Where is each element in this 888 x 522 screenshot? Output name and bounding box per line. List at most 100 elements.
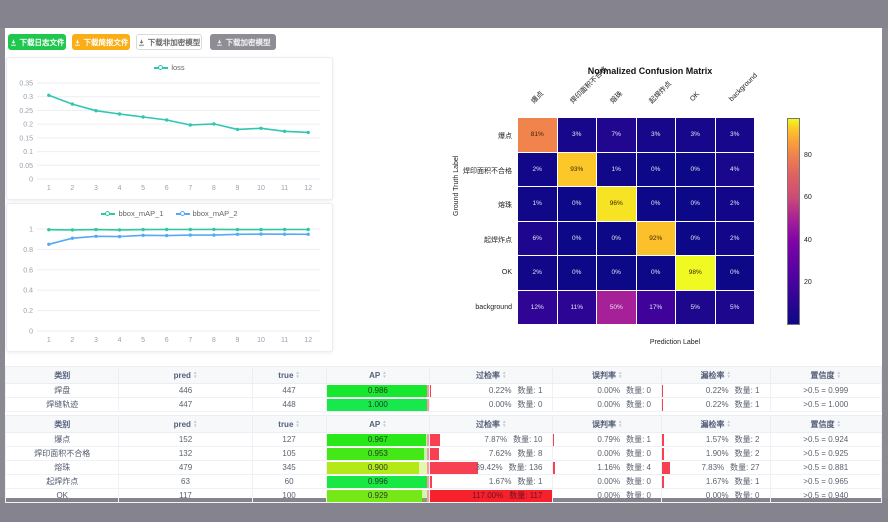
column-header[interactable]: pred▲▼ bbox=[119, 367, 252, 384]
column-header[interactable]: 置信度▲▼ bbox=[770, 367, 881, 384]
sort-icon[interactable]: ▲▼ bbox=[618, 420, 622, 428]
svg-text:11: 11 bbox=[281, 185, 288, 192]
misjudge-bar: 0.00%数量: 0 bbox=[553, 447, 661, 460]
cell-confidence: >0.5 = 0.924 bbox=[770, 433, 881, 447]
svg-text:7: 7 bbox=[188, 337, 192, 344]
table-row: 起焊炸点63600.9961.67%数量: 10.00%数量: 01.67%数量… bbox=[6, 475, 882, 489]
miss-bar: 1.57%数量: 2 bbox=[662, 433, 770, 446]
matrix-cell: 3% bbox=[637, 118, 676, 152]
matrix-column-label: OK bbox=[689, 91, 701, 103]
sort-icon[interactable]: ▲▼ bbox=[502, 371, 506, 379]
matrix-column-label: 起焊炸点 bbox=[647, 79, 674, 106]
cell-confidence: >0.5 = 0.925 bbox=[770, 447, 881, 461]
table-row: 焊盘4464470.9860.22%数量: 10.00%数量: 00.22%数量… bbox=[6, 384, 882, 398]
svg-text:3: 3 bbox=[94, 337, 98, 344]
svg-text:8: 8 bbox=[212, 185, 216, 192]
cell-class: OK bbox=[6, 489, 119, 503]
svg-text:8: 8 bbox=[212, 337, 216, 344]
cell-pred: 152 bbox=[119, 433, 252, 447]
sort-icon[interactable]: ▲▼ bbox=[837, 371, 841, 379]
sort-icon[interactable]: ▲▼ bbox=[727, 371, 731, 379]
column-header[interactable]: 漏检率▲▼ bbox=[661, 416, 770, 433]
cell-true: 447 bbox=[252, 384, 326, 398]
svg-text:0.6: 0.6 bbox=[23, 267, 33, 274]
matrix-row-label: 熔珠 bbox=[432, 200, 512, 210]
matrix-cell: 0% bbox=[558, 256, 597, 290]
summary-table-welds: 类别pred▲▼true▲▼AP▲▼过检率▲▼误判率▲▼漏检率▲▼置信度▲▼焊盘… bbox=[5, 366, 882, 412]
column-header[interactable]: 误判率▲▼ bbox=[553, 367, 662, 384]
misjudge-bar: 1.16%数量: 4 bbox=[553, 461, 661, 474]
column-header[interactable]: 置信度▲▼ bbox=[770, 416, 881, 433]
sort-icon[interactable]: ▲▼ bbox=[193, 371, 197, 379]
matrix-cell: 93% bbox=[558, 153, 597, 187]
svg-text:6: 6 bbox=[165, 185, 169, 192]
svg-text:1: 1 bbox=[47, 185, 51, 192]
download-icon bbox=[216, 39, 223, 46]
column-header[interactable]: 漏检率▲▼ bbox=[661, 367, 770, 384]
cell-pred: 447 bbox=[119, 398, 252, 412]
colorbar bbox=[787, 118, 800, 325]
loss-chart-card: loss 00.050.10.150.20.250.30.35123456789… bbox=[6, 57, 333, 200]
svg-text:4: 4 bbox=[118, 185, 122, 192]
column-header[interactable]: 误判率▲▼ bbox=[553, 416, 662, 433]
sort-icon[interactable]: ▲▼ bbox=[295, 420, 299, 428]
download-log-button[interactable]: 下载日志文件 bbox=[8, 34, 66, 50]
legend-item-bbox_mAP_2[interactable]: bbox_mAP_2 bbox=[176, 209, 238, 218]
table-row: 爆点1521270.9677.87%数量: 100.79%数量: 11.57%数… bbox=[6, 433, 882, 447]
matrix-cell: 0% bbox=[716, 256, 755, 290]
matrix-cell: 17% bbox=[637, 291, 676, 325]
overkill-bar: 117.00%数量: 117 bbox=[430, 489, 552, 502]
column-header[interactable]: true▲▼ bbox=[252, 416, 326, 433]
sort-icon[interactable]: ▲▼ bbox=[727, 420, 731, 428]
map-chart-card: bbox_mAP_1bbox_mAP_2 00.20.40.60.8112345… bbox=[6, 203, 333, 352]
overkill-bar: 1.67%数量: 1 bbox=[430, 475, 552, 488]
sort-icon[interactable]: ▲▼ bbox=[618, 371, 622, 379]
column-header[interactable]: AP▲▼ bbox=[326, 416, 430, 433]
download-plain-model-button[interactable]: 下载非加密模型 bbox=[136, 34, 202, 50]
cell-true: 127 bbox=[252, 433, 326, 447]
legend-label: bbox_mAP_2 bbox=[193, 209, 238, 218]
matrix-cell: 0% bbox=[558, 187, 597, 221]
matrix-cell: 5% bbox=[676, 291, 715, 325]
matrix-cell: 5% bbox=[716, 291, 755, 325]
overkill-bar: 0.22%数量: 1 bbox=[430, 384, 552, 397]
cell-class: 焊印面积不合格 bbox=[6, 447, 119, 461]
overkill-bar: 39.42%数量: 136 bbox=[430, 461, 552, 474]
column-header[interactable]: AP▲▼ bbox=[326, 367, 430, 384]
column-header[interactable]: true▲▼ bbox=[252, 367, 326, 384]
miss-bar: 0.22%数量: 1 bbox=[662, 398, 770, 411]
miss-bar: 1.67%数量: 1 bbox=[662, 475, 770, 488]
cell-confidence: >0.5 = 0.881 bbox=[770, 461, 881, 475]
cell-confidence: >0.5 = 0.940 bbox=[770, 489, 881, 503]
legend-marker bbox=[154, 64, 168, 71]
page-content: 下载日志文件 下载简报文件 下载非加密模型 下载加密模型 loss 00.050… bbox=[5, 28, 882, 498]
overkill-bar: 7.62%数量: 8 bbox=[430, 447, 552, 460]
matrix-cell: 7% bbox=[597, 118, 636, 152]
cell-true: 345 bbox=[252, 461, 326, 475]
matrix-row-label: 起焊炸点 bbox=[432, 235, 512, 245]
download-encrypted-model-button[interactable]: 下载加密模型 bbox=[210, 34, 276, 50]
sort-icon[interactable]: ▲▼ bbox=[382, 371, 386, 379]
cell-confidence: >0.5 = 0.965 bbox=[770, 475, 881, 489]
ap-bar: 0.986 bbox=[327, 384, 430, 397]
svg-text:10: 10 bbox=[257, 337, 265, 344]
svg-text:12: 12 bbox=[304, 337, 312, 344]
column-header[interactable]: 过检率▲▼ bbox=[430, 416, 553, 433]
svg-text:6: 6 bbox=[165, 337, 169, 344]
cell-confidence: >0.5 = 1.000 bbox=[770, 398, 881, 412]
matrix-cell: 98% bbox=[676, 256, 715, 290]
sort-icon[interactable]: ▲▼ bbox=[837, 420, 841, 428]
overkill-bar: 0.00%数量: 0 bbox=[430, 398, 552, 411]
table-row: 焊缝轨迹4474481.0000.00%数量: 00.00%数量: 00.22%… bbox=[6, 398, 882, 412]
legend-item-bbox_mAP_1[interactable]: bbox_mAP_1 bbox=[101, 209, 163, 218]
matrix-cell: 92% bbox=[637, 222, 676, 256]
sort-icon[interactable]: ▲▼ bbox=[502, 420, 506, 428]
sort-icon[interactable]: ▲▼ bbox=[382, 420, 386, 428]
column-header[interactable]: pred▲▼ bbox=[119, 416, 252, 433]
sort-icon[interactable]: ▲▼ bbox=[193, 420, 197, 428]
legend-item-loss[interactable]: loss bbox=[154, 63, 184, 72]
download-report-button[interactable]: 下载简报文件 bbox=[72, 34, 130, 50]
sort-icon[interactable]: ▲▼ bbox=[295, 371, 299, 379]
matrix-column-label: 熔珠 bbox=[608, 89, 625, 106]
column-header[interactable]: 过检率▲▼ bbox=[430, 367, 553, 384]
